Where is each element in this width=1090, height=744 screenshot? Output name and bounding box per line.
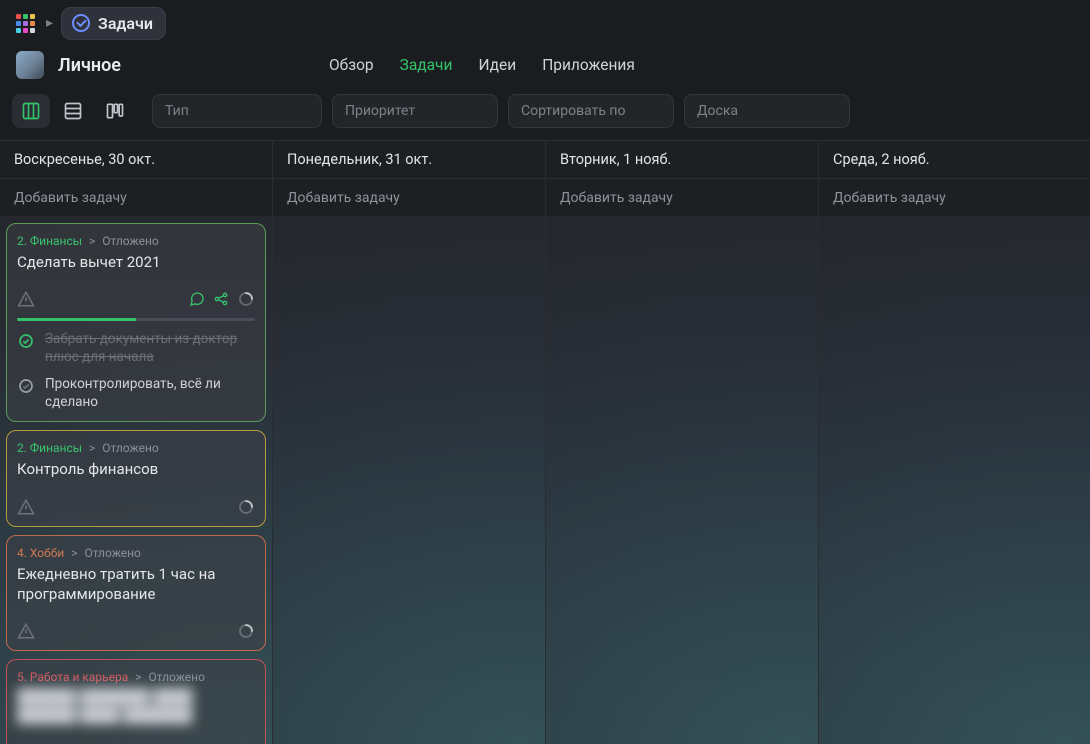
column-body — [546, 217, 818, 744]
column-body: 2. Финансы > Отложено Сделать вычет 2021 — [0, 217, 272, 744]
breadcrumb-current[interactable]: Задачи — [61, 7, 166, 40]
card-title-redacted: ██████ ███████ ████ ██████ ████ ███████ — [17, 688, 255, 726]
filter-sort[interactable]: Сортировать по — [508, 94, 674, 128]
column-body — [273, 217, 545, 744]
breadcrumb-separator-icon: ▸ — [46, 15, 53, 31]
view-list-icon[interactable] — [54, 94, 92, 128]
filter-type-label: Тип — [165, 103, 189, 119]
card-progress — [17, 318, 255, 321]
add-task-input[interactable]: Добавить задачу — [546, 179, 818, 217]
task-card[interactable]: 5. Работа и карьера > Отложено ██████ ██… — [6, 659, 266, 744]
card-state: Отложено — [84, 546, 140, 560]
tab-overview[interactable]: Обзор — [329, 56, 374, 74]
filter-sort-label: Сортировать по — [521, 103, 625, 119]
crumb-sep-icon: > — [89, 441, 95, 455]
subtask-text: Забрать документы из доктор плюс для нач… — [45, 331, 255, 366]
card-subtasks: Забрать документы из доктор плюс для нач… — [17, 331, 255, 411]
warning-icon — [17, 498, 35, 516]
board-column: Среда, 2 нояб. Добавить задачу — [819, 141, 1090, 744]
card-state: Отложено — [102, 441, 158, 455]
card-title: Контроль финансов — [17, 459, 255, 479]
board-column: Воскресенье, 30 окт. Добавить задачу 2. … — [0, 141, 273, 744]
task-card[interactable]: 2. Финансы > Отложено Контроль финансов — [6, 430, 266, 526]
subtask-circle-icon — [17, 377, 35, 395]
filter-priority-label: Приоритет — [345, 103, 415, 119]
card-category: 2. Финансы — [17, 441, 82, 455]
tasks-check-icon — [72, 14, 90, 32]
subtask-text: Проконтролировать, всё ли сделано — [45, 376, 255, 411]
column-header: Воскресенье, 30 окт. — [0, 141, 272, 179]
filter-type[interactable]: Тип — [152, 94, 322, 128]
progress-ring-icon[interactable] — [237, 290, 255, 308]
card-category: 4. Хобби — [17, 546, 64, 560]
progress-ring-icon[interactable] — [237, 622, 255, 640]
card-state: Отложено — [149, 670, 205, 684]
crumb-sep-icon: > — [135, 670, 141, 684]
filter-priority[interactable]: Приоритет — [332, 94, 498, 128]
add-task-input[interactable]: Добавить задачу — [819, 179, 1090, 217]
board-column: Вторник, 1 нояб. Добавить задачу — [546, 141, 819, 744]
filter-board-label: Доска — [697, 103, 738, 119]
crumb-sep-icon: > — [89, 234, 95, 248]
tab-ideas[interactable]: Идеи — [478, 56, 516, 74]
board-column: Понедельник, 31 окт. Добавить задачу — [273, 141, 546, 744]
card-breadcrumb: 2. Финансы > Отложено — [17, 441, 255, 455]
tab-tasks[interactable]: Задачи — [400, 56, 453, 74]
task-card[interactable]: 4. Хобби > Отложено Ежедневно тратить 1 … — [6, 535, 266, 652]
task-card[interactable]: 2. Финансы > Отложено Сделать вычет 2021 — [6, 223, 266, 422]
column-header: Среда, 2 нояб. — [819, 141, 1090, 179]
card-category: 5. Работа и карьера — [17, 670, 128, 684]
card-category: 2. Финансы — [17, 234, 82, 248]
chat-icon[interactable] — [189, 291, 205, 307]
subtask-item[interactable]: Забрать документы из доктор плюс для нач… — [17, 331, 255, 366]
subtask-item[interactable]: Проконтролировать, всё ли сделано — [17, 376, 255, 411]
card-state: Отложено — [102, 234, 158, 248]
breadcrumb-label: Задачи — [98, 14, 153, 33]
share-icon[interactable] — [213, 291, 229, 307]
card-breadcrumb: 2. Финансы > Отложено — [17, 234, 255, 248]
add-task-input[interactable]: Добавить задачу — [0, 179, 272, 217]
card-title: Ежедневно тратить 1 час на программирова… — [17, 564, 255, 605]
view-timeline-icon[interactable] — [96, 94, 134, 128]
workspace-avatar[interactable] — [16, 51, 44, 79]
section-tabs: Обзор Задачи Идеи Приложения — [329, 56, 635, 74]
warning-icon — [17, 622, 35, 640]
column-header: Вторник, 1 нояб. — [546, 141, 818, 179]
view-board-icon[interactable] — [12, 94, 50, 128]
column-body — [819, 217, 1090, 744]
filter-board[interactable]: Доска — [684, 94, 850, 128]
warning-icon — [17, 290, 35, 308]
card-breadcrumb: 4. Хобби > Отложено — [17, 546, 255, 560]
subtask-check-icon — [17, 332, 35, 350]
crumb-sep-icon: > — [71, 546, 77, 560]
tab-apps[interactable]: Приложения — [542, 56, 635, 74]
card-title: Сделать вычет 2021 — [17, 252, 255, 272]
workspace-title: Личное — [58, 55, 121, 76]
column-header: Понедельник, 31 окт. — [273, 141, 545, 179]
add-task-input[interactable]: Добавить задачу — [273, 179, 545, 217]
board: Воскресенье, 30 окт. Добавить задачу 2. … — [0, 140, 1090, 744]
app-launcher-icon[interactable] — [12, 10, 38, 36]
card-breadcrumb: 5. Работа и карьера > Отложено — [17, 670, 255, 684]
progress-ring-icon[interactable] — [237, 498, 255, 516]
